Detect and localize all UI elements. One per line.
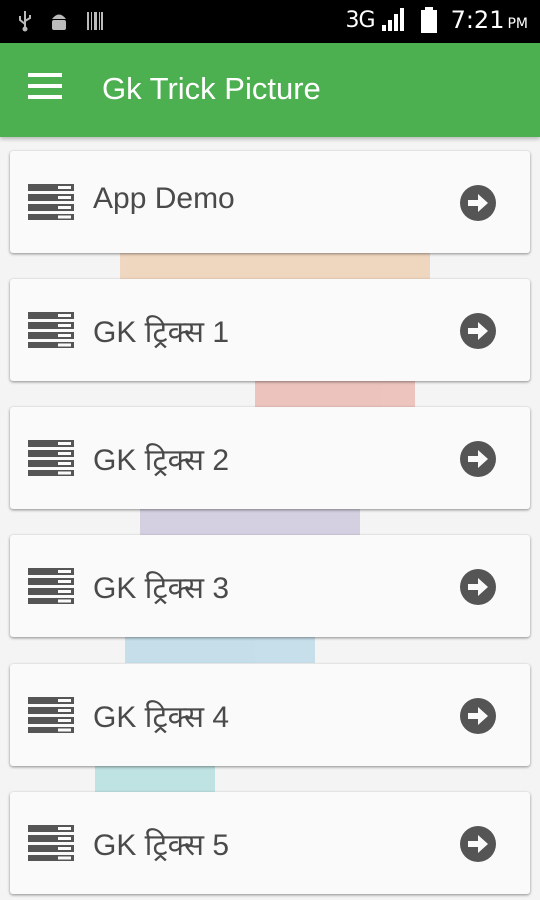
list-item-label: GK ट्रिक्स 5 xyxy=(93,829,230,862)
list-item-label: GK ट्रिक्स 3 xyxy=(93,572,230,605)
menu-icon[interactable] xyxy=(28,73,66,107)
battery-icon xyxy=(420,7,437,33)
list-item-label: GK ट्रिक्स 1 xyxy=(93,316,230,349)
list-lines-icon xyxy=(28,697,74,733)
list-item[interactable]: GK ट्रिक्स 3 xyxy=(10,535,530,637)
list-item-label: App Demo xyxy=(93,182,235,215)
list-item[interactable]: GK ट्रिक्स 2 xyxy=(10,407,530,509)
clock-ampm: PM xyxy=(507,16,528,32)
list-lines-icon xyxy=(28,184,74,220)
arrow-right-circle-icon[interactable] xyxy=(459,312,497,350)
arrow-right-circle-icon[interactable] xyxy=(459,184,497,222)
barcode-icon xyxy=(87,12,103,30)
list-lines-icon xyxy=(28,440,74,476)
clock-time: 7:21 xyxy=(450,6,505,34)
notification-icons xyxy=(18,10,104,32)
network-type: 3G xyxy=(345,7,376,33)
app-bar: Gk Trick Picture xyxy=(0,43,540,137)
list-lines-icon xyxy=(28,312,74,348)
arrow-right-circle-icon[interactable] xyxy=(459,568,497,606)
list-item-label: GK ट्रिक्स 2 xyxy=(93,444,230,477)
status-bar: 3G 7:21 PM xyxy=(0,0,540,43)
app-title: Gk Trick Picture xyxy=(102,71,321,106)
arrow-right-circle-icon[interactable] xyxy=(459,825,497,863)
usb-icon xyxy=(19,11,31,32)
list-item-label: GK ट्रिक्स 4 xyxy=(93,701,230,734)
status-right: 3G 7:21 PM xyxy=(346,6,528,34)
clock: 7:21 PM xyxy=(451,6,528,34)
list-item[interactable]: GK ट्रिक्स 4 xyxy=(10,664,530,766)
android-icon xyxy=(52,14,66,30)
arrow-right-circle-icon[interactable] xyxy=(459,697,497,735)
arrow-right-circle-icon[interactable] xyxy=(459,440,497,478)
list-item[interactable]: App Demo xyxy=(10,151,530,253)
list-item[interactable]: GK ट्रिक्स 5 xyxy=(10,792,530,894)
signal-icon xyxy=(381,8,404,31)
list-lines-icon xyxy=(28,825,74,861)
list-item[interactable]: GK ट्रिक्स 1 xyxy=(10,279,530,381)
list-lines-icon xyxy=(28,568,74,604)
